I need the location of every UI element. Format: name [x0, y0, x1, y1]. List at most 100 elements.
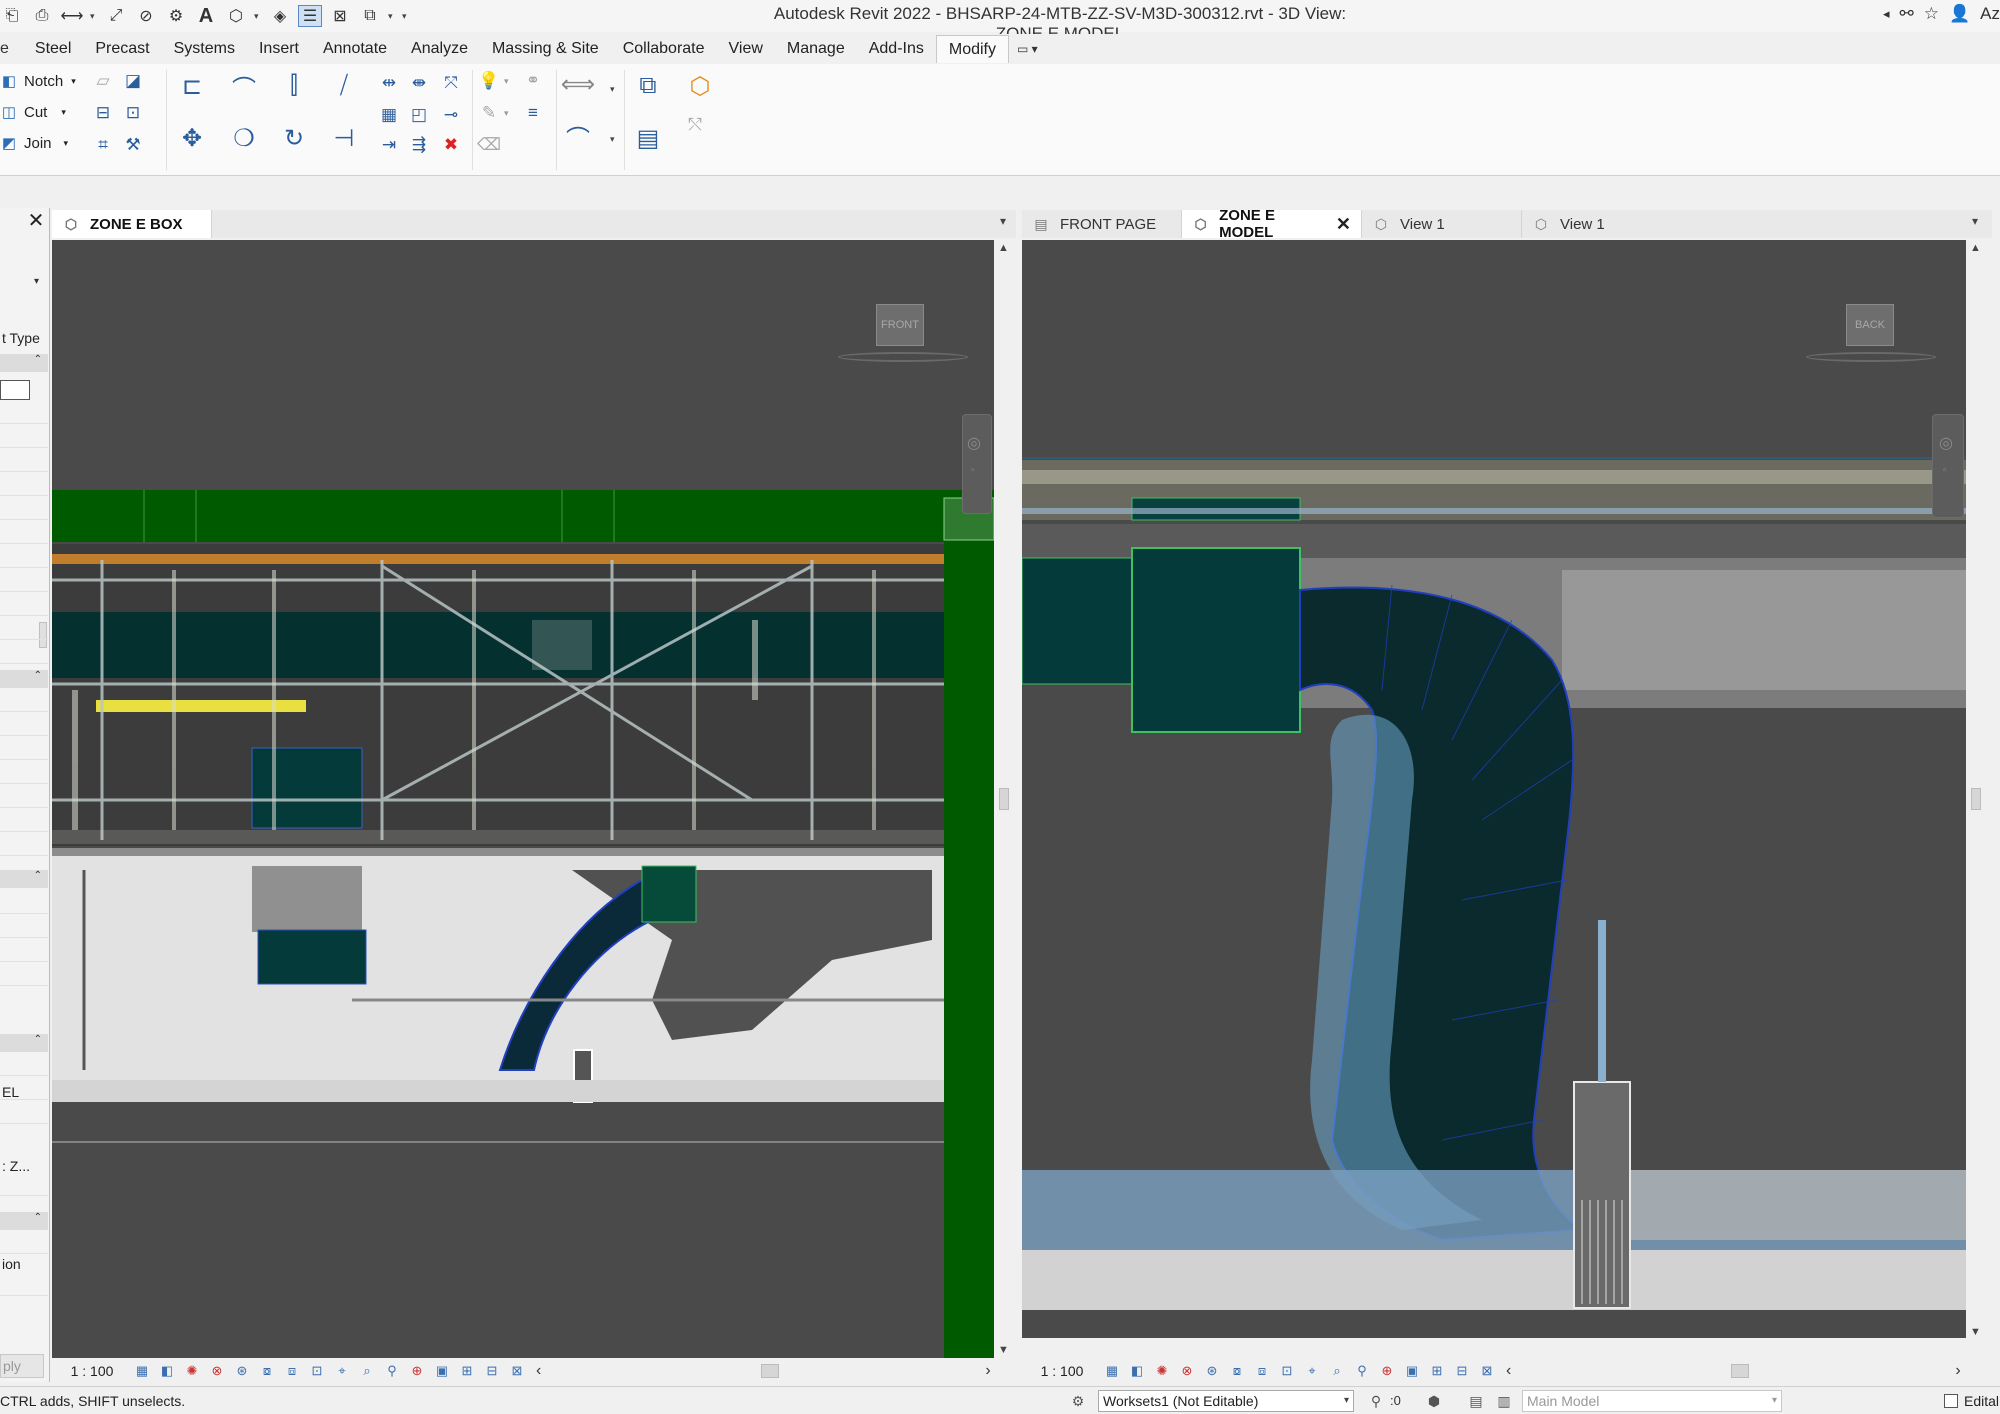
property-row[interactable] [0, 524, 48, 544]
pick-dropdown-icon[interactable]: ▾ [504, 108, 509, 119]
tab-manage[interactable]: Manage [775, 35, 857, 63]
steering-wheel-icon[interactable]: ◎ [1939, 433, 1953, 453]
trim-icon[interactable]: ⊣ [328, 122, 360, 154]
create-group-icon[interactable]: ⧉ [632, 70, 664, 102]
render-icon[interactable]: ⊛ [1202, 1362, 1222, 1380]
create-parts-icon[interactable]: ⬡ [684, 70, 716, 102]
scroll-thumb[interactable] [1731, 1364, 1750, 1378]
measure-ribbon-icon[interactable]: ⟺ [561, 68, 595, 100]
reveal-constraints-icon[interactable]: ⊞ [457, 1362, 477, 1380]
scroll-up-icon[interactable]: ▲ [1970, 242, 1981, 254]
tag-all-icon[interactable]: ⚙ [164, 5, 188, 27]
light-dropdown-icon[interactable]: ▾ [504, 76, 509, 87]
green-wall-top[interactable] [52, 490, 994, 542]
property-row[interactable] [0, 452, 48, 472]
tab-steel[interactable]: Steel [23, 35, 83, 63]
create-assembly-icon[interactable]: ▤ [632, 122, 664, 154]
property-row[interactable] [0, 894, 48, 914]
crop-view-icon[interactable]: ⧇ [257, 1362, 277, 1380]
arc-dropdown-icon[interactable]: ▾ [610, 134, 615, 145]
property-row[interactable] [0, 1104, 48, 1124]
analytical-model-icon[interactable]: ⊟ [482, 1362, 502, 1380]
property-row[interactable] [0, 812, 48, 832]
left-3d-viewport[interactable]: FRONT ◎ ▫ [52, 240, 994, 1358]
right-hscrollbar[interactable] [1511, 1361, 1951, 1381]
worksets-icon[interactable]: ⚙ [1068, 1391, 1088, 1411]
right-view-vscrollbar[interactable]: ▲ ▼ [1968, 240, 1984, 1358]
visual-style-icon[interactable]: ◧ [157, 1362, 177, 1380]
left-view-tabs-dropdown-icon[interactable]: ▾ [1000, 214, 1006, 228]
tab-view[interactable]: View [717, 35, 775, 63]
split-gap-icon[interactable]: ⇼ [408, 72, 430, 94]
green-wall-right[interactable] [944, 490, 994, 1358]
section-header[interactable]: ⌃ [0, 1212, 48, 1230]
property-field[interactable] [0, 380, 30, 400]
wall-joins-icon[interactable]: ⊟ [92, 102, 114, 124]
switch-windows-dropdown-icon[interactable]: ▾ [388, 11, 398, 22]
view-cube-face[interactable]: BACK [1846, 304, 1894, 346]
right-3d-viewport[interactable]: BACK ◎ ▫ [1022, 240, 1966, 1338]
notch-button[interactable]: ◧ Notch ▾ [0, 72, 76, 91]
property-row[interactable] [0, 1056, 48, 1076]
analytical-model-icon[interactable]: ⊟ [1452, 1362, 1472, 1380]
tab-systems[interactable]: Systems [162, 35, 247, 63]
copy-icon[interactable]: ❍ [228, 122, 260, 154]
crop-view-icon[interactable]: ⧇ [1227, 1362, 1247, 1380]
tab-prev-fragment-icon[interactable]: e [0, 40, 9, 58]
pick-icon[interactable]: ✎ [478, 102, 500, 124]
split-element-icon[interactable]: ⇹ [378, 72, 400, 94]
property-row[interactable] [0, 548, 48, 568]
ribbon-minimize-icon[interactable]: ▭ ▾ [1017, 39, 1057, 59]
tag-icon[interactable]: ⊘ [134, 5, 158, 27]
sun-path-icon[interactable]: ✺ [1152, 1362, 1172, 1380]
view-scale[interactable]: 1 : 100 [1022, 1363, 1102, 1379]
property-row[interactable] [0, 836, 48, 856]
property-row[interactable] [0, 1276, 48, 1296]
property-row[interactable] [0, 572, 48, 592]
editable-checkbox[interactable] [1944, 1394, 1958, 1408]
reveal-hidden-icon[interactable]: ⌕ [357, 1362, 377, 1380]
property-row[interactable] [0, 716, 48, 736]
temporary-hide-icon[interactable]: ⌖ [1302, 1362, 1322, 1380]
tab-collaborate[interactable]: Collaborate [611, 35, 717, 63]
scroll-down-icon[interactable]: ▼ [998, 1344, 1009, 1356]
3d-view-icon[interactable]: ⬡ [224, 5, 248, 27]
user-icon[interactable]: 👤 [1949, 4, 1970, 24]
user-name[interactable]: Az [1980, 4, 2000, 24]
design-option-set-icon[interactable]: ▥ [1494, 1391, 1514, 1411]
join-dropdown-icon[interactable]: ▾ [64, 138, 69, 149]
zoom-icon[interactable]: ▫ [971, 465, 975, 476]
print-icon[interactable]: ⎙ [30, 5, 54, 27]
temporary-hide-icon[interactable]: ⌖ [332, 1362, 352, 1380]
sun-path-icon[interactable]: ✺ [182, 1362, 202, 1380]
editing-requests-icon[interactable]: ⚲ [1366, 1391, 1386, 1411]
property-row[interactable] [0, 500, 48, 520]
worksharing-display-icon[interactable]: ⊕ [407, 1362, 427, 1380]
tab-view-1[interactable]: ⬡ View 1 [1362, 210, 1522, 238]
temporary-view-icon[interactable]: ⚲ [1352, 1362, 1372, 1380]
customize-qat-icon[interactable]: ▾ [402, 11, 412, 22]
close-icon[interactable]: ✕ [24, 208, 48, 232]
property-row[interactable] [0, 966, 48, 986]
light-icon[interactable]: 💡 [478, 70, 500, 92]
detail-level-icon[interactable]: ▦ [132, 1362, 152, 1380]
view-cube[interactable]: FRONT [838, 304, 968, 370]
switch-windows-icon[interactable]: ⧉ [358, 5, 382, 27]
tab-add-ins[interactable]: Add-Ins [857, 35, 936, 63]
tab-analyze[interactable]: Analyze [399, 35, 480, 63]
show-crop-icon[interactable]: ⧈ [1252, 1362, 1272, 1380]
hide-analytical-icon[interactable]: ⊠ [1477, 1362, 1497, 1380]
show-crop-icon[interactable]: ⧈ [282, 1362, 302, 1380]
worksharing-display-icon[interactable]: ⊕ [1377, 1362, 1397, 1380]
text-icon[interactable]: A [194, 5, 218, 27]
cut-button[interactable]: ◫ Cut ▾ [0, 103, 66, 122]
editable-only-toggle[interactable]: Edital [1944, 1393, 1999, 1409]
left-hscrollbar[interactable] [541, 1361, 981, 1381]
property-row[interactable] [0, 692, 48, 712]
highlight-displacement-icon[interactable]: ▣ [432, 1362, 452, 1380]
view-scale[interactable]: 1 : 100 [52, 1363, 132, 1379]
design-options-icon[interactable]: ⬢ [1424, 1391, 1444, 1411]
measure-dropdown-icon[interactable]: ▾ [90, 11, 100, 22]
section-header[interactable]: ⌃ [0, 670, 48, 688]
divide-parts-icon[interactable]: ⤲ [684, 114, 706, 136]
